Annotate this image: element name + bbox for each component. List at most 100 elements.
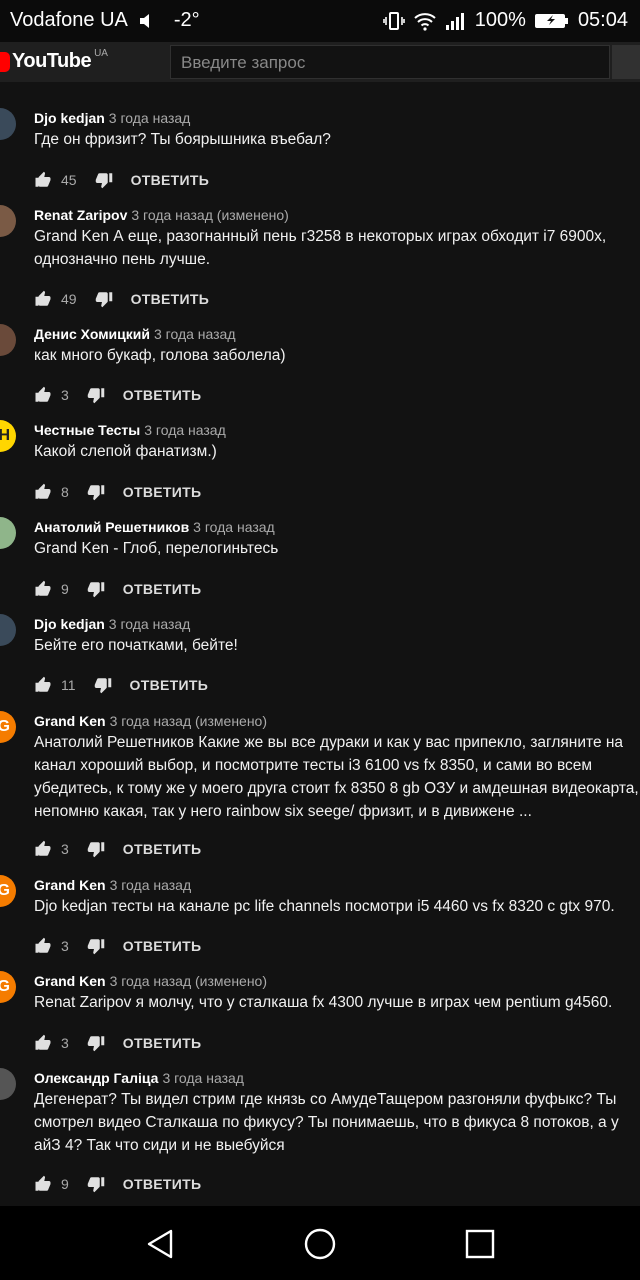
comment-actions: 11 ОТВЕТИТЬ [34, 673, 208, 697]
reply-button[interactable]: ОТВЕТИТЬ [123, 938, 202, 954]
reply-button[interactable]: ОТВЕТИТЬ [130, 677, 209, 693]
author-name[interactable]: Grand Ken [34, 713, 106, 729]
like-count: 49 [61, 291, 77, 307]
search-button[interactable] [612, 45, 640, 79]
comment-text: Бейте его початками, бейте! [34, 637, 238, 654]
comment-item: Renat Zaripov 3 года назад (изменено) Gran… [0, 205, 640, 317]
comment-author[interactable]: Djo kedjan 3 года назад [34, 110, 190, 126]
youtube-header: YouTube UA Введите запрос [0, 42, 640, 82]
avatar[interactable] [0, 108, 16, 140]
comment-author[interactable]: Renat Zaripov 3 года назад (изменено) [34, 207, 289, 223]
author-name[interactable]: Renat Zaripov [34, 207, 127, 223]
comment-text: Grand Ken А еще, разогнанный пень г3258 … [34, 228, 611, 268]
dislike-icon[interactable] [87, 1175, 105, 1193]
recents-icon[interactable] [460, 1224, 500, 1264]
comment-text: Djo kedjan тесты на канале pc life chann… [34, 898, 615, 915]
avatar[interactable] [0, 324, 16, 356]
like-count: 45 [61, 172, 77, 188]
status-bar: Vodafone UA -2° 100% 05:04 [0, 0, 640, 42]
like-icon[interactable] [34, 580, 52, 598]
avatar[interactable] [0, 1068, 16, 1100]
clock: 05:04 [577, 9, 628, 31]
region-label: UA [94, 48, 108, 59]
comment-author[interactable]: Grand Ken 3 года назад (изменено) [34, 713, 267, 729]
like-count: 3 [61, 938, 69, 954]
dislike-icon[interactable] [95, 171, 113, 189]
battery-icon [534, 12, 570, 30]
home-icon[interactable] [300, 1224, 340, 1264]
like-icon[interactable] [34, 1034, 52, 1052]
reply-button[interactable]: ОТВЕТИТЬ [123, 484, 202, 500]
comment-item: G Grand Ken 3 года назад (изменено) Анатоли… [0, 711, 640, 867]
like-icon[interactable] [34, 937, 52, 955]
author-name[interactable]: Grand Ken [34, 973, 106, 989]
like-icon[interactable] [34, 386, 52, 404]
logo-text: YouTube [12, 50, 92, 72]
reply-button[interactable]: ОТВЕТИТЬ [123, 841, 202, 857]
comment-actions: 9 ОТВЕТИТЬ [34, 577, 201, 601]
search-input[interactable]: Введите запрос [170, 45, 610, 79]
author-name[interactable]: Денис Хомицкий [34, 326, 150, 342]
dislike-icon[interactable] [95, 290, 113, 308]
author-name[interactable]: Олександр Галіца [34, 1070, 158, 1086]
comment-author[interactable]: Олександр Галіца 3 года назад [34, 1070, 244, 1086]
avatar[interactable]: G [0, 711, 16, 743]
avatar[interactable] [0, 517, 16, 549]
author-name[interactable]: Анатолий Решетников [34, 519, 189, 535]
avatar[interactable]: G [0, 971, 16, 1003]
comment-item: Анатолий Решетников 3 года назад Grand Ken… [0, 517, 640, 607]
comment-time: 3 года назад (изменено) [109, 713, 268, 729]
comment-item: G Grand Ken 3 года назад (изменено) Renat Z… [0, 971, 640, 1061]
dislike-icon[interactable] [87, 386, 105, 404]
comment-actions: 49 ОТВЕТИТЬ [34, 287, 209, 311]
author-name[interactable]: Djo kedjan [34, 110, 105, 126]
dislike-icon[interactable] [87, 937, 105, 955]
comment-author[interactable]: Честные Тесты 3 года назад [34, 422, 226, 438]
youtube-logo[interactable]: YouTube UA [0, 48, 108, 73]
author-name[interactable]: Djo kedjan [34, 616, 105, 632]
comment-author[interactable]: Анатолий Решетников 3 года назад [34, 519, 275, 535]
reply-button[interactable]: ОТВЕТИТЬ [131, 172, 210, 188]
comment-time: 3 года назад (изменено) [109, 973, 268, 989]
comment-author[interactable]: Djo kedjan 3 года назад [34, 616, 190, 632]
comment-text: Где он фризит? Ты боярышника въебал? [34, 131, 331, 148]
back-icon[interactable] [140, 1224, 180, 1264]
like-icon[interactable] [34, 676, 52, 694]
vibrate-icon [382, 11, 405, 31]
dislike-icon[interactable] [94, 676, 112, 694]
comment-text: Grand Ken - Глоб, перелогиньтесь [34, 540, 279, 557]
comment-time: 3 года назад [108, 110, 191, 126]
like-count: 11 [61, 677, 76, 693]
avatar[interactable] [0, 614, 16, 646]
avatar[interactable]: G [0, 875, 16, 907]
dislike-icon[interactable] [87, 580, 105, 598]
like-icon[interactable] [34, 171, 52, 189]
reply-button[interactable]: ОТВЕТИТЬ [123, 1176, 202, 1192]
dislike-icon[interactable] [87, 1034, 105, 1052]
author-name[interactable]: Grand Ken [34, 877, 106, 893]
comment-author[interactable]: Денис Хомицкий 3 года назад [34, 326, 236, 342]
reply-button[interactable]: ОТВЕТИТЬ [123, 581, 202, 597]
comment-text: Анатолий Решетников Какие же вы все дура… [34, 734, 639, 820]
like-icon[interactable] [34, 290, 52, 308]
comment-author[interactable]: Grand Ken 3 года назад (изменено) [34, 973, 267, 989]
reply-button[interactable]: ОТВЕТИТЬ [123, 1035, 202, 1051]
navigation-bar [0, 1206, 640, 1280]
like-icon[interactable] [34, 840, 52, 858]
like-icon[interactable] [34, 483, 52, 501]
comment-item: Djo kedjan 3 года назад Бейте его початкам… [0, 614, 640, 703]
like-icon[interactable] [34, 1175, 52, 1193]
reply-button[interactable]: ОТВЕТИТЬ [131, 291, 210, 307]
author-name[interactable]: Честные Тесты [34, 422, 140, 438]
dislike-icon[interactable] [87, 840, 105, 858]
avatar[interactable] [0, 205, 16, 237]
comment-time: 3 года назад [162, 1070, 244, 1086]
like-count: 3 [61, 387, 69, 403]
dislike-icon[interactable] [87, 483, 105, 501]
avatar[interactable]: Н [0, 420, 16, 452]
comment-time: 3 года назад [153, 326, 236, 342]
comment-time: 3 года назад [109, 877, 192, 893]
like-count: 9 [61, 581, 69, 597]
comment-author[interactable]: Grand Ken 3 года назад [34, 877, 191, 893]
reply-button[interactable]: ОТВЕТИТЬ [123, 387, 202, 403]
